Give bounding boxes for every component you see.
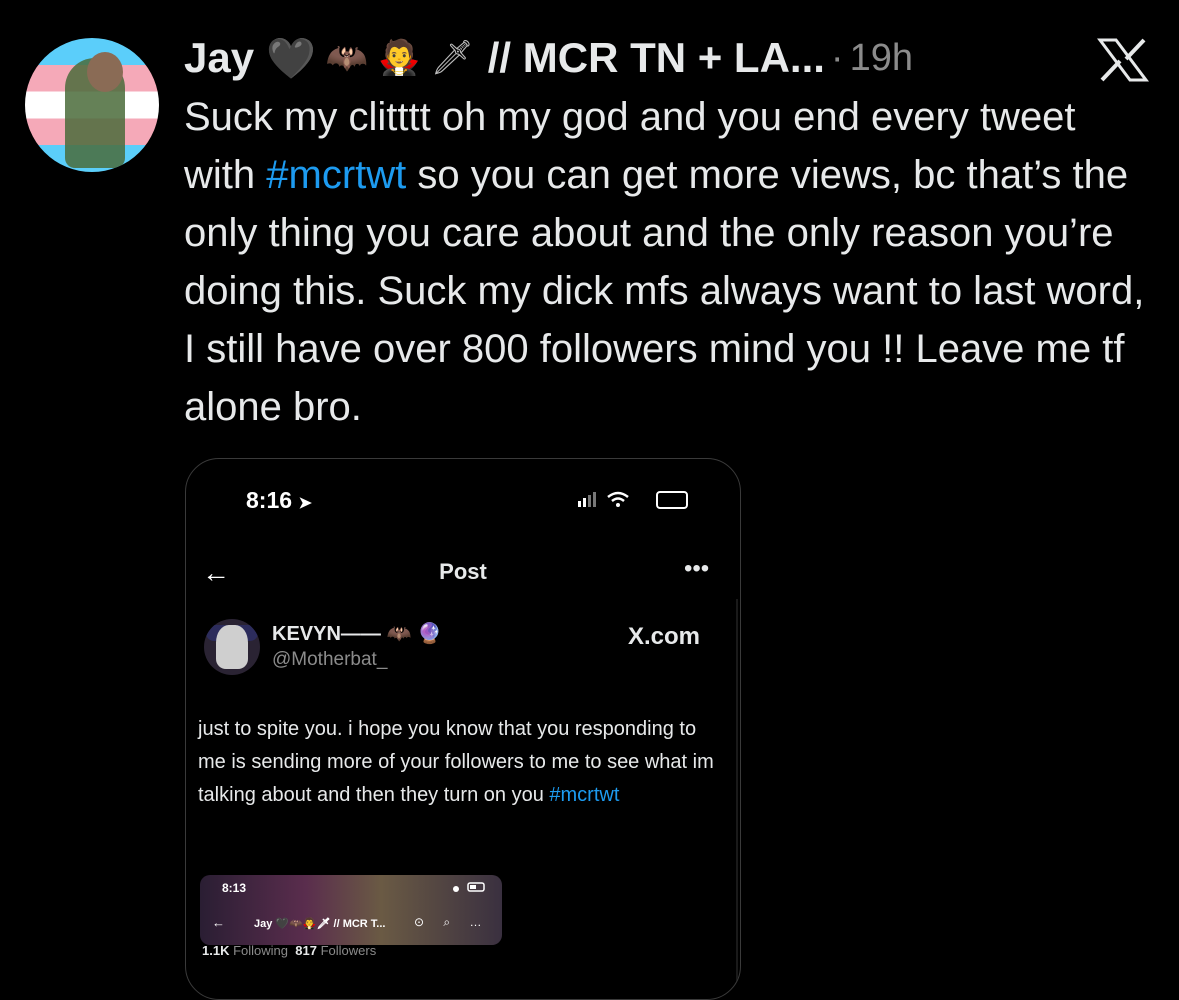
black-heart-icon: 🖤	[266, 36, 317, 81]
separator-dot: ·	[830, 36, 844, 79]
location-arrow-icon: ➤	[298, 495, 312, 512]
inner-profile-name: Jay 🖤🦇🧛🗡 // MCR T...	[254, 918, 386, 930]
inner-status-icons	[438, 881, 490, 896]
vampire-icon: 🧛	[378, 39, 421, 77]
kevyn-avatar	[204, 619, 260, 675]
x-logo-icon[interactable]	[1096, 36, 1150, 84]
author-name[interactable]: Jay	[184, 34, 254, 82]
nested-profile-screenshot: 8:13 ← Jay 🖤🦇🧛🗡 // MCR T... ⊙ ⌕ …	[200, 875, 502, 945]
divider	[736, 599, 738, 989]
dagger-icon: 🗡	[430, 39, 474, 77]
author-avatar[interactable]	[25, 38, 159, 172]
more-options-icon: •••	[684, 555, 710, 582]
quoted-account-handle: @Motherbat_	[272, 649, 388, 670]
bat-icon: 🦇	[386, 623, 412, 645]
quoted-account-name: KEVYN—— 🦇 🔮	[272, 623, 442, 645]
author-tag: // MCR TN + LA...	[487, 34, 825, 81]
crystal-ball-icon: 🔮	[416, 623, 442, 645]
hashtag-link[interactable]: #mcrtwt	[266, 153, 406, 197]
tweet-header: Jay 🖤 🦇 🧛 🗡 // MCR TN + LA... · 19h	[184, 30, 913, 86]
inner-status-time: 8:13	[222, 881, 247, 895]
attached-screenshot[interactable]: 8:16 ➤ ← Post ••• KEVYN—— 🦇 🔮 @Motherbat…	[185, 458, 741, 1000]
watermark-xcom: X.com	[628, 623, 701, 650]
follow-stats: 1.1K Following 817 Followers	[202, 943, 377, 958]
quoted-post-text: just to spite you. i hope you know that …	[198, 718, 714, 806]
inner-back-arrow-icon: ←	[212, 915, 225, 930]
tweet-text: Suck my clitttt oh my god and you end ev…	[184, 88, 1154, 436]
post-header-title: Post	[439, 559, 487, 584]
battery-icon	[656, 491, 688, 509]
hashtag-link: #mcrtwt	[549, 784, 620, 806]
tweet-time[interactable]: 19h	[850, 37, 913, 80]
avatar-head	[87, 52, 123, 92]
signal-wifi-icon	[578, 487, 648, 515]
bat-icon: 🦇	[325, 39, 369, 77]
status-time: 8:16 ➤	[246, 487, 312, 513]
inner-action-icons: ⊙ ⌕ …	[414, 915, 490, 929]
